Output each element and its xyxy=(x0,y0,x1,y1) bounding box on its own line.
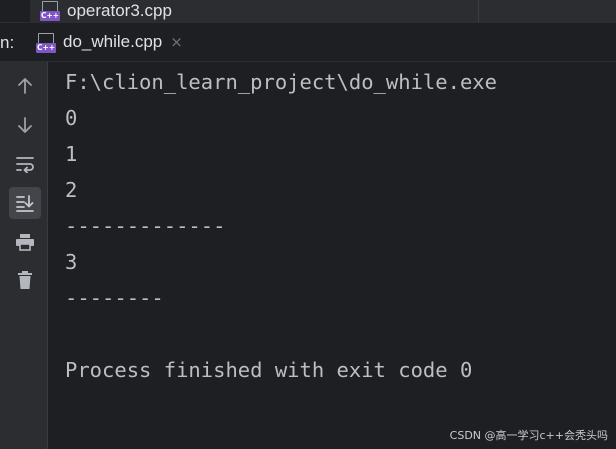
file-entry-operator3[interactable]: C++ operator3.cpp xyxy=(40,0,172,22)
run-tab-bar: n: C++ do_while.cpp × xyxy=(0,22,616,62)
file-name-label: operator3.cpp xyxy=(67,1,172,20)
console-output: F:\clion_learn_project\do_while.exe 0 1 2 --… xyxy=(65,64,497,388)
console-line-exe-path: F:\clion_learn_project\do_while.exe xyxy=(65,70,497,94)
run-toolbar xyxy=(0,62,48,449)
up-arrow-icon[interactable] xyxy=(9,70,41,102)
strip-separator xyxy=(478,0,479,22)
cpp-file-icon: C++ xyxy=(40,0,60,22)
print-icon[interactable] xyxy=(9,226,41,258)
trash-icon[interactable] xyxy=(9,264,41,296)
tab-label: do_while.cpp xyxy=(63,32,163,51)
console-line: 3 xyxy=(65,250,78,274)
down-arrow-icon[interactable] xyxy=(9,109,41,141)
toolbar-edge xyxy=(47,62,48,449)
file-list-strip: C++ operator3.cpp xyxy=(0,0,616,22)
tab-do-while[interactable]: C++ do_while.cpp × xyxy=(36,23,189,61)
cpp-badge: C++ xyxy=(40,11,60,21)
console-line: 2 xyxy=(65,178,78,202)
strip-gutter xyxy=(0,0,30,22)
console-line: 0 xyxy=(65,106,78,130)
console-line-separator: -------- xyxy=(65,286,164,310)
watermark: CSDN @高一学习c++会秃头吗 xyxy=(449,429,608,442)
close-icon[interactable]: × xyxy=(170,34,183,50)
soft-wrap-icon[interactable] xyxy=(9,148,41,180)
cpp-file-icon: C++ xyxy=(36,32,56,54)
console-line: 1 xyxy=(65,142,78,166)
console-line-blank xyxy=(65,316,497,352)
console-line-separator: ------------- xyxy=(65,214,226,238)
run-label-fragment: n: xyxy=(0,33,15,52)
cpp-badge: C++ xyxy=(36,43,56,53)
console-line-exit-status: Process finished with exit code 0 xyxy=(65,358,473,382)
scroll-to-end-icon[interactable] xyxy=(9,187,41,219)
